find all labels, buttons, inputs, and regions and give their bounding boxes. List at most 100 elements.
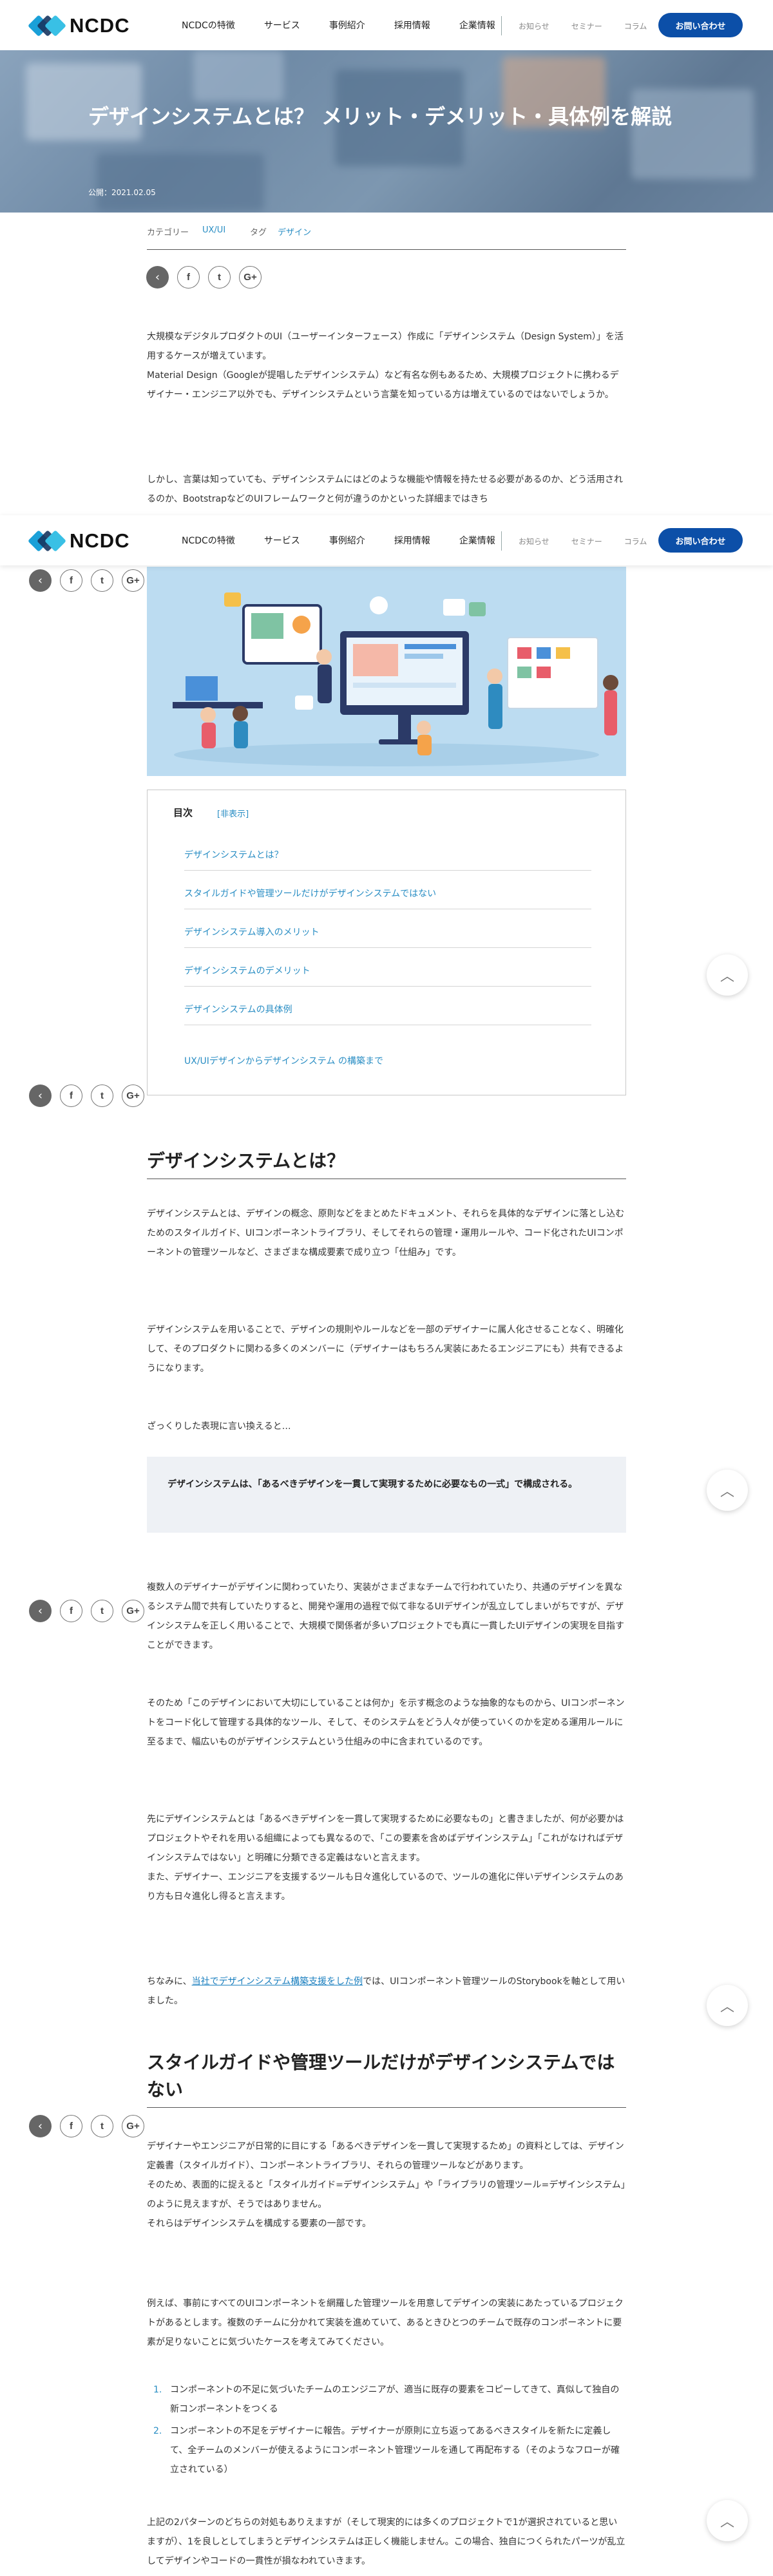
googleplus-icon[interactable]: G+ [122,1600,144,1622]
toc-item[interactable]: スタイルガイドや管理ツールだけがデザインシステムではない [184,887,591,909]
design-team-illustration [173,592,618,766]
nav-item-recruit[interactable]: 採用情報 [394,19,430,32]
twitter-icon[interactable]: t [91,569,113,592]
toc-item[interactable]: デザインシステムとは？ [184,848,591,871]
contact-button[interactable]: お問い合わせ [658,528,743,553]
scroll-to-top-button[interactable]: ︿ [707,2500,748,2541]
floating-share-bar: ‹ f t G+ [29,1600,153,1622]
nav-item-cases[interactable]: 事例紹介 [329,19,365,32]
section2-paragraph: デザイナーやエンジニアが日常的に目にする「あるべきデザインを一貫して実現するため… [147,2141,625,2229]
scroll-to-top-button[interactable]: ︿ [707,1985,748,2026]
sticky-header: NCDC NCDCの特徴 サービス 事例紹介 採用情報 企業情報 お知らせ セミ… [0,515,773,565]
list-number: 2. [153,2426,162,2436]
article-title: デザインシステムとは？ メリット・デメリット・具体例を解説 [88,104,673,129]
twitter-icon[interactable]: t [91,1600,113,1622]
toc-item[interactable]: デザインシステム導入のメリット [184,925,591,948]
list-item: 1. コンポーネントの不足に気づいたチームのエンジニアが、適当に既存の要素をコピー… [147,2380,626,2419]
back-icon[interactable]: ‹ [29,1084,52,1107]
contact-button[interactable]: お問い合わせ [658,13,743,37]
facebook-icon[interactable]: f [177,266,200,289]
floating-share-bar: ‹ f t G+ [29,1084,153,1107]
section1-paragraph: そのため「このデザインにおいて大切にしていることは何か」を示す概念のような抽象的… [147,1698,625,1747]
nav-item-features[interactable]: NCDCの特徴 [182,19,235,32]
section-heading: スタイルガイドや管理ツールだけがデザインシステムではない [147,2049,626,2108]
tag-link[interactable]: デザイン [278,225,311,238]
ncdc-logo-icon [28,15,66,37]
hero-banner: デザインシステムとは？ メリット・デメリット・具体例を解説 公開：2021.02… [0,50,773,213]
chevron-up-icon: ︿ [720,1484,734,1500]
nav-divider [501,531,502,551]
section1-paragraph: ちなみに、当社でデザインシステム構築支援をした例では、UIコンポーネント管理ツー… [147,1972,626,2011]
toc-toggle-link[interactable]: [非表示] [217,807,249,819]
nav-item-news[interactable]: お知らせ [519,536,549,547]
googleplus-icon[interactable]: G+ [122,2115,144,2137]
list-item-text: コンポーネントの不足をデザイナーに報告。デザイナーが原則に立ち返ってあるべきスタ… [170,2426,620,2475]
floating-share-bar: ‹ f t G+ [29,569,153,592]
floating-share-bar: ‹ f t G+ [29,2115,153,2137]
site-header: NCDC NCDCの特徴 サービス 事例紹介 採用情報 企業情報 お知らせ セミ… [0,0,773,50]
nav-item-company[interactable]: 企業情報 [459,534,495,547]
back-icon[interactable]: ‹ [146,266,169,289]
facebook-icon[interactable]: f [60,1600,82,1622]
hero-bg-shape [97,153,264,211]
twitter-icon[interactable]: t [91,2115,113,2137]
category-label: カテゴリー [147,228,189,238]
sub-nav: お知らせ セミナー コラム [519,21,669,32]
nav-item-column[interactable]: コラム [624,536,647,547]
googleplus-icon[interactable]: G+ [122,1084,144,1107]
highlight-box: デザインシステムは、「あるべきデザインを一貫して実現するために必要なもの一式」で… [147,1457,626,1533]
nav-item-services[interactable]: サービス [264,19,300,32]
nav-item-column[interactable]: コラム [624,21,647,32]
nav-item-features[interactable]: NCDCの特徴 [182,534,235,547]
article-illustration [147,567,626,776]
table-of-contents: 目次 [非表示] デザインシステムとは？ スタイルガイドや管理ツールだけがデザイ… [147,790,626,1095]
googleplus-icon[interactable]: G+ [122,569,144,592]
hero-bg-shape [193,50,283,102]
list-item-text: コンポーネントの不足に気づいたチームのエンジニアが、適当に既存の要素をコピーして… [170,2385,620,2414]
text-segment: ちなみに、 [147,1976,192,1987]
category-link[interactable]: UX/UI [202,225,225,235]
toc-item[interactable]: UX/UIデザインからデザインシステム の構築まで [184,1054,591,1076]
facebook-icon[interactable]: f [60,1084,82,1107]
back-icon[interactable]: ‹ [29,569,52,592]
logo-text: NCDC [70,14,130,37]
nav-item-seminar[interactable]: セミナー [571,21,602,32]
twitter-icon[interactable]: t [208,266,231,289]
nav-item-cases[interactable]: 事例紹介 [329,534,365,547]
facebook-icon[interactable]: f [60,569,82,592]
back-icon[interactable]: ‹ [29,1600,52,1622]
site-logo[interactable]: NCDC [28,529,130,553]
nav-item-seminar[interactable]: セミナー [571,536,602,547]
scroll-to-top-button[interactable]: ︿ [707,954,748,996]
googleplus-icon[interactable]: G+ [239,266,262,289]
chevron-up-icon: ︿ [720,969,734,985]
twitter-icon[interactable]: t [91,1084,113,1107]
list-number: 1. [153,2385,162,2395]
logo-text: NCDC [70,529,130,552]
case-study-link[interactable]: 当社でデザインシステム構築支援をした例 [192,1976,363,1987]
section1-paragraph: ざっくりした表現に言い換えると… [147,1421,291,1432]
intro-paragraph-2: しかし、言葉は知っていても、デザインシステムにはどのような機能や情報を持たせる必… [147,475,624,504]
facebook-icon[interactable]: f [60,2115,82,2137]
section-heading: デザインシステムとは？ [147,1148,626,1179]
section1-paragraph: デザインシステムとは、デザインの概念、原則などをまとめたドキュメント、それらを具… [147,1209,625,1258]
scroll-to-top-button[interactable]: ︿ [707,1470,748,1511]
chevron-up-icon: ︿ [720,2514,734,2530]
numbered-list: 1. コンポーネントの不足に気づいたチームのエンジニアが、適当に既存の要素をコピー… [147,2380,626,2482]
ncdc-logo-icon [28,530,66,552]
article-meta: カテゴリー UX/UI タグ デザイン [147,224,626,250]
back-icon[interactable]: ‹ [29,2115,52,2137]
toc-heading: 目次 [173,807,193,819]
nav-item-company[interactable]: 企業情報 [459,19,495,32]
site-logo[interactable]: NCDC [28,14,130,37]
section2-paragraph: 上記の2パターンのどちらの対処もありえますが（そして現実的には多くのプロジェクト… [147,2517,625,2566]
nav-item-news[interactable]: お知らせ [519,21,549,32]
nav-item-recruit[interactable]: 採用情報 [394,534,430,547]
toc-item[interactable]: デザインシステムのデメリット [184,964,591,987]
publish-date: 公開：2021.02.05 [88,188,156,197]
tag-label: タグ [250,228,267,238]
toc-item[interactable]: デザインシステムの具体例 [184,1003,591,1025]
nav-item-services[interactable]: サービス [264,534,300,547]
section2-paragraph: 例えば、事前にすべてのUIコンポーネントを網羅した管理ツールを用意してデザインの… [147,2298,624,2347]
section1-paragraph: デザインシステムを用いることで、デザインの規則やルールなどを一部のデザイナーに属… [147,1325,624,1374]
